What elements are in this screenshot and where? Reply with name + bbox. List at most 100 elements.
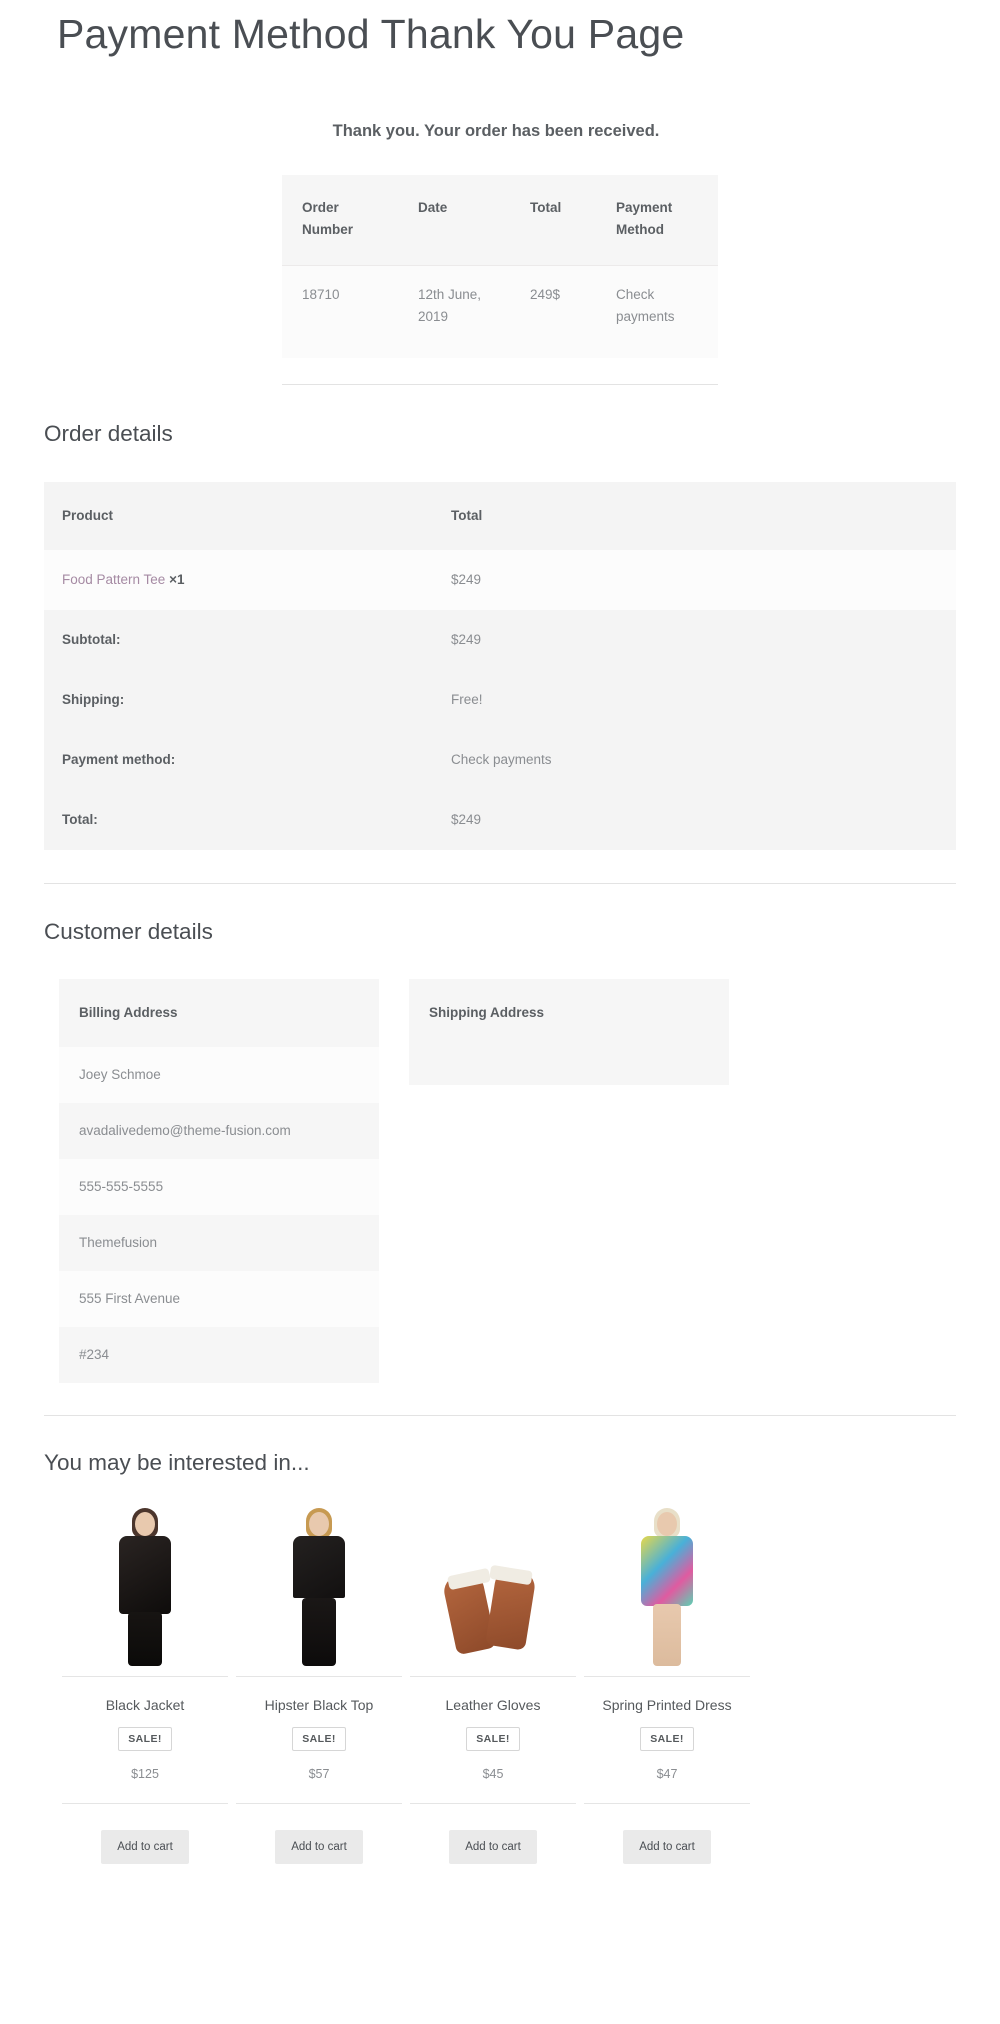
sale-badge: SALE! bbox=[466, 1727, 520, 1751]
billing-email: avadalivedemo@theme-fusion.com bbox=[59, 1103, 379, 1159]
spring-printed-dress-photo[interactable] bbox=[580, 1506, 754, 1666]
order-overview-section: Order Number Date Total Payment Method 1… bbox=[0, 175, 1000, 358]
shipping-empty-row bbox=[409, 1047, 729, 1085]
summary-value-subtotal: $249 bbox=[433, 610, 956, 670]
cell-total: 249$ bbox=[510, 265, 596, 358]
header-product: Product bbox=[44, 482, 433, 550]
thank-you-page: Payment Method Thank You Page Thank you.… bbox=[0, 0, 1000, 1904]
product-name[interactable]: Leather Gloves bbox=[406, 1695, 580, 1715]
summary-row-subtotal: Subtotal: $249 bbox=[44, 610, 956, 670]
header-date: Date bbox=[398, 175, 510, 266]
header-payment-method: Payment Method bbox=[596, 175, 718, 266]
billing-company: Themefusion bbox=[59, 1215, 379, 1271]
product-card[interactable]: Spring Printed Dress SALE! $47 Add to ca… bbox=[580, 1506, 754, 1864]
order-overview-table: Order Number Date Total Payment Method 1… bbox=[282, 175, 718, 358]
shipping-address-column: Shipping Address bbox=[409, 979, 729, 1383]
shipping-address-header-row: Shipping Address bbox=[409, 979, 729, 1047]
order-received-message: Thank you. Your order has been received. bbox=[332, 122, 660, 140]
billing-line-row: 555 First Avenue bbox=[59, 1271, 379, 1327]
summary-value-payment-method: Check payments bbox=[433, 730, 956, 790]
billing-line-row: avadalivedemo@theme-fusion.com bbox=[59, 1103, 379, 1159]
billing-address-header-row: Billing Address bbox=[59, 979, 379, 1047]
billing-address-table: Billing Address Joey Schmoe avadalivedem… bbox=[59, 979, 379, 1383]
summary-row-shipping: Shipping: Free! bbox=[44, 670, 956, 730]
product-card[interactable]: Hipster Black Top SALE! $57 Add to cart bbox=[232, 1506, 406, 1864]
addresses-section: Billing Address Joey Schmoe avadalivedem… bbox=[0, 979, 1000, 1383]
cell-date: 12th June, 2019 bbox=[398, 265, 510, 358]
page-title: Payment Method Thank You Page bbox=[57, 11, 685, 57]
divider-before-upsells bbox=[44, 1415, 956, 1416]
summary-row-total: Total: $249 bbox=[44, 790, 956, 850]
product-card[interactable]: Black Jacket SALE! $125 Add to cart bbox=[58, 1506, 232, 1864]
order-line-item-row: Food Pattern Tee ×1 $249 bbox=[44, 550, 956, 610]
product-link[interactable]: Food Pattern Tee bbox=[62, 572, 165, 587]
product-price: $57 bbox=[308, 1767, 330, 1781]
product-price: $125 bbox=[131, 1767, 159, 1781]
product-name[interactable]: Black Jacket bbox=[58, 1695, 232, 1715]
product-divider-bottom bbox=[62, 1803, 228, 1804]
overview-spacer bbox=[0, 358, 1000, 384]
product-divider bbox=[410, 1676, 576, 1677]
sale-badge: SALE! bbox=[640, 1727, 694, 1751]
line-item-product-cell: Food Pattern Tee ×1 bbox=[44, 550, 433, 610]
add-to-cart-button[interactable]: Add to cart bbox=[275, 1830, 363, 1864]
product-quantity: ×1 bbox=[169, 572, 185, 587]
product-name[interactable]: Hipster Black Top bbox=[232, 1695, 406, 1715]
billing-phone: 555-555-5555 bbox=[59, 1159, 379, 1215]
line-item-total: $249 bbox=[433, 550, 956, 610]
shipping-address-title: Shipping Address bbox=[409, 979, 729, 1047]
order-overview-row: 18710 12th June, 2019 249$ Check payment… bbox=[282, 265, 718, 358]
summary-value-total: $249 bbox=[433, 790, 956, 850]
order-details-table: Product Total Food Pattern Tee ×1 $249 S… bbox=[44, 482, 956, 850]
billing-line-row: Themefusion bbox=[59, 1215, 379, 1271]
cell-payment-method: Check payments bbox=[596, 265, 718, 358]
order-details-heading: Order details bbox=[44, 421, 173, 446]
product-name[interactable]: Spring Printed Dress bbox=[580, 1695, 754, 1715]
product-divider bbox=[62, 1676, 228, 1677]
summary-label-subtotal: Subtotal: bbox=[44, 610, 433, 670]
product-divider-bottom bbox=[410, 1803, 576, 1804]
order-details-header-row: Product Total bbox=[44, 482, 956, 550]
customer-details-heading: Customer details bbox=[44, 919, 213, 944]
header-order-number: Order Number bbox=[282, 175, 398, 266]
product-divider bbox=[584, 1676, 750, 1677]
add-to-cart-button[interactable]: Add to cart bbox=[101, 1830, 189, 1864]
upsell-products-list: Black Jacket SALE! $125 Add to cart Hips… bbox=[0, 1506, 1000, 1864]
hipster-black-top-photo[interactable] bbox=[232, 1506, 406, 1666]
divider-under-overview bbox=[282, 384, 718, 385]
leather-gloves-photo[interactable] bbox=[406, 1506, 580, 1666]
product-card[interactable]: Leather Gloves SALE! $45 Add to cart bbox=[406, 1506, 580, 1864]
billing-name: Joey Schmoe bbox=[59, 1047, 379, 1103]
billing-street: 555 First Avenue bbox=[59, 1271, 379, 1327]
product-price: $45 bbox=[482, 1767, 504, 1781]
upsells-heading: You may be interested in... bbox=[44, 1450, 310, 1475]
sale-badge: SALE! bbox=[292, 1727, 346, 1751]
order-details-section: Product Total Food Pattern Tee ×1 $249 S… bbox=[0, 482, 1000, 850]
product-divider bbox=[236, 1676, 402, 1677]
billing-line-row: 555-555-5555 bbox=[59, 1159, 379, 1215]
cell-order-number: 18710 bbox=[282, 265, 398, 358]
summary-row-payment-method: Payment method: Check payments bbox=[44, 730, 956, 790]
add-to-cart-button[interactable]: Add to cart bbox=[449, 1830, 537, 1864]
summary-label-shipping: Shipping: bbox=[44, 670, 433, 730]
product-divider-bottom bbox=[584, 1803, 750, 1804]
header-item-total: Total bbox=[433, 482, 956, 550]
order-overview-header-row: Order Number Date Total Payment Method bbox=[282, 175, 718, 266]
billing-address-column: Billing Address Joey Schmoe avadalivedem… bbox=[59, 979, 379, 1383]
summary-label-total: Total: bbox=[44, 790, 433, 850]
black-jacket-photo[interactable] bbox=[58, 1506, 232, 1666]
sale-badge: SALE! bbox=[118, 1727, 172, 1751]
summary-value-shipping: Free! bbox=[433, 670, 956, 730]
summary-label-payment-method: Payment method: bbox=[44, 730, 433, 790]
billing-address-title: Billing Address bbox=[59, 979, 379, 1047]
divider-before-customer-details bbox=[44, 883, 956, 884]
billing-line-row: Joey Schmoe bbox=[59, 1047, 379, 1103]
billing-line-row: #234 bbox=[59, 1327, 379, 1383]
product-divider-bottom bbox=[236, 1803, 402, 1804]
shipping-address-table: Shipping Address bbox=[409, 979, 729, 1085]
add-to-cart-button[interactable]: Add to cart bbox=[623, 1830, 711, 1864]
header-total: Total bbox=[510, 175, 596, 266]
product-price: $47 bbox=[656, 1767, 678, 1781]
billing-unit: #234 bbox=[59, 1327, 379, 1383]
shipping-empty-cell bbox=[409, 1047, 729, 1085]
